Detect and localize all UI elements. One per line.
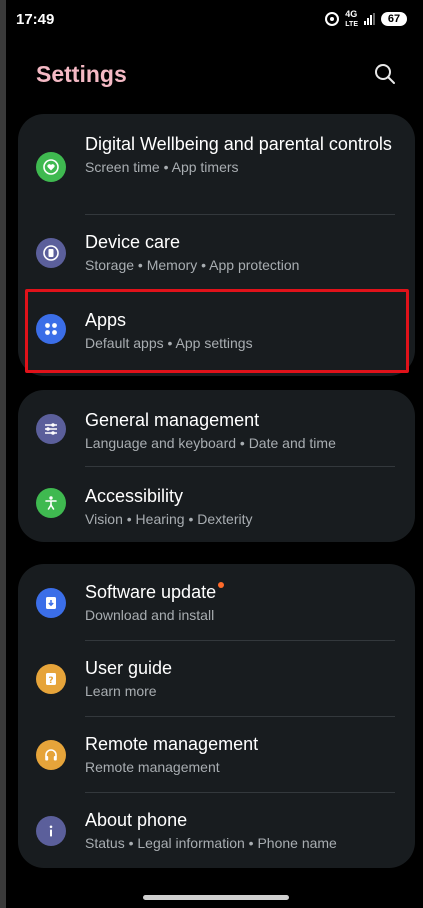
headset-icon: [36, 740, 66, 770]
battery-badge: 67: [381, 12, 407, 26]
item-title: Apps: [85, 310, 127, 330]
item-software-update[interactable]: Software update Download and install: [18, 580, 415, 640]
divider: [85, 214, 395, 215]
item-subtitle: Storage • Memory • App protection: [85, 257, 300, 273]
screen: 17:49 4G LTE 67 Settings Digital Wellbei…: [0, 0, 423, 908]
item-subtitle: Language and keyboard • Date and time: [85, 435, 336, 451]
screen-edge: [0, 0, 6, 908]
sliders-icon: [36, 414, 66, 444]
settings-group-1: Digital Wellbeing and parental controls …: [18, 114, 415, 376]
svg-text:?: ?: [48, 676, 53, 686]
network-label-bottom: LTE: [345, 20, 358, 28]
signal-icon: [364, 13, 375, 25]
item-title-text: Software update: [85, 582, 217, 602]
settings-group-2: General management Language and keyboard…: [18, 390, 415, 542]
info-icon: [36, 816, 66, 846]
item-subtitle: Default apps • App settings: [85, 335, 253, 351]
item-subtitle: Status • Legal information • Phone name: [85, 835, 337, 851]
update-badge-dot: [218, 582, 225, 588]
status-icons: 4G LTE 67: [325, 8, 407, 29]
item-digital-wellbeing[interactable]: Digital Wellbeing and parental controls …: [18, 132, 415, 218]
item-subtitle: Learn more: [85, 683, 157, 699]
home-indicator[interactable]: [143, 895, 289, 900]
item-title: Digital Wellbeing and parental controls: [85, 134, 392, 154]
status-bar: 17:49 4G LTE 67: [16, 8, 407, 30]
software-update-icon: [36, 588, 66, 618]
search-button[interactable]: [371, 60, 399, 88]
item-title: User guide: [85, 658, 173, 678]
item-title: Remote management: [85, 734, 259, 754]
item-subtitle: Screen time • App timers: [85, 159, 239, 175]
accessibility-person-icon: [36, 488, 66, 518]
search-icon: [375, 64, 395, 84]
settings-group-3: Software update Download and install ? U…: [18, 564, 415, 868]
item-subtitle: Vision • Hearing • Dexterity: [85, 511, 253, 527]
item-subtitle: Download and install: [85, 607, 215, 623]
wellbeing-heart-icon: [36, 152, 66, 182]
item-about-phone[interactable]: About phone Status • Legal information •…: [18, 808, 415, 868]
apps-grid-icon: [36, 314, 66, 344]
divider: [85, 466, 395, 467]
item-title: About phone: [85, 810, 188, 830]
item-title: Accessibility: [85, 486, 184, 506]
user-guide-icon: ?: [36, 664, 66, 694]
item-general-management[interactable]: General management Language and keyboard…: [18, 408, 415, 466]
hotspot-icon: [325, 12, 340, 26]
network-label-top: 4G: [345, 8, 358, 19]
divider: [85, 640, 395, 641]
device-care-icon: [36, 238, 66, 268]
divider: [85, 716, 395, 717]
item-apps[interactable]: Apps Default apps • App settings: [18, 308, 415, 370]
item-title: Software update: [85, 580, 395, 604]
status-time: 17:49: [16, 10, 55, 28]
item-subtitle: Remote management: [85, 759, 220, 775]
item-user-guide[interactable]: ? User guide Learn more: [18, 656, 415, 716]
divider: [85, 792, 395, 793]
item-device-care[interactable]: Device care Storage • Memory • App prote…: [18, 230, 415, 292]
item-title: General management: [85, 410, 260, 430]
divider: [85, 291, 395, 292]
item-remote-management[interactable]: Remote management Remote management: [18, 732, 415, 792]
item-title: Device care: [85, 232, 181, 252]
page-header: Settings: [36, 56, 399, 92]
item-accessibility[interactable]: Accessibility Vision • Hearing • Dexteri…: [18, 484, 415, 542]
network-type-label: 4G LTE: [345, 8, 358, 29]
page-title: Settings: [36, 60, 127, 87]
